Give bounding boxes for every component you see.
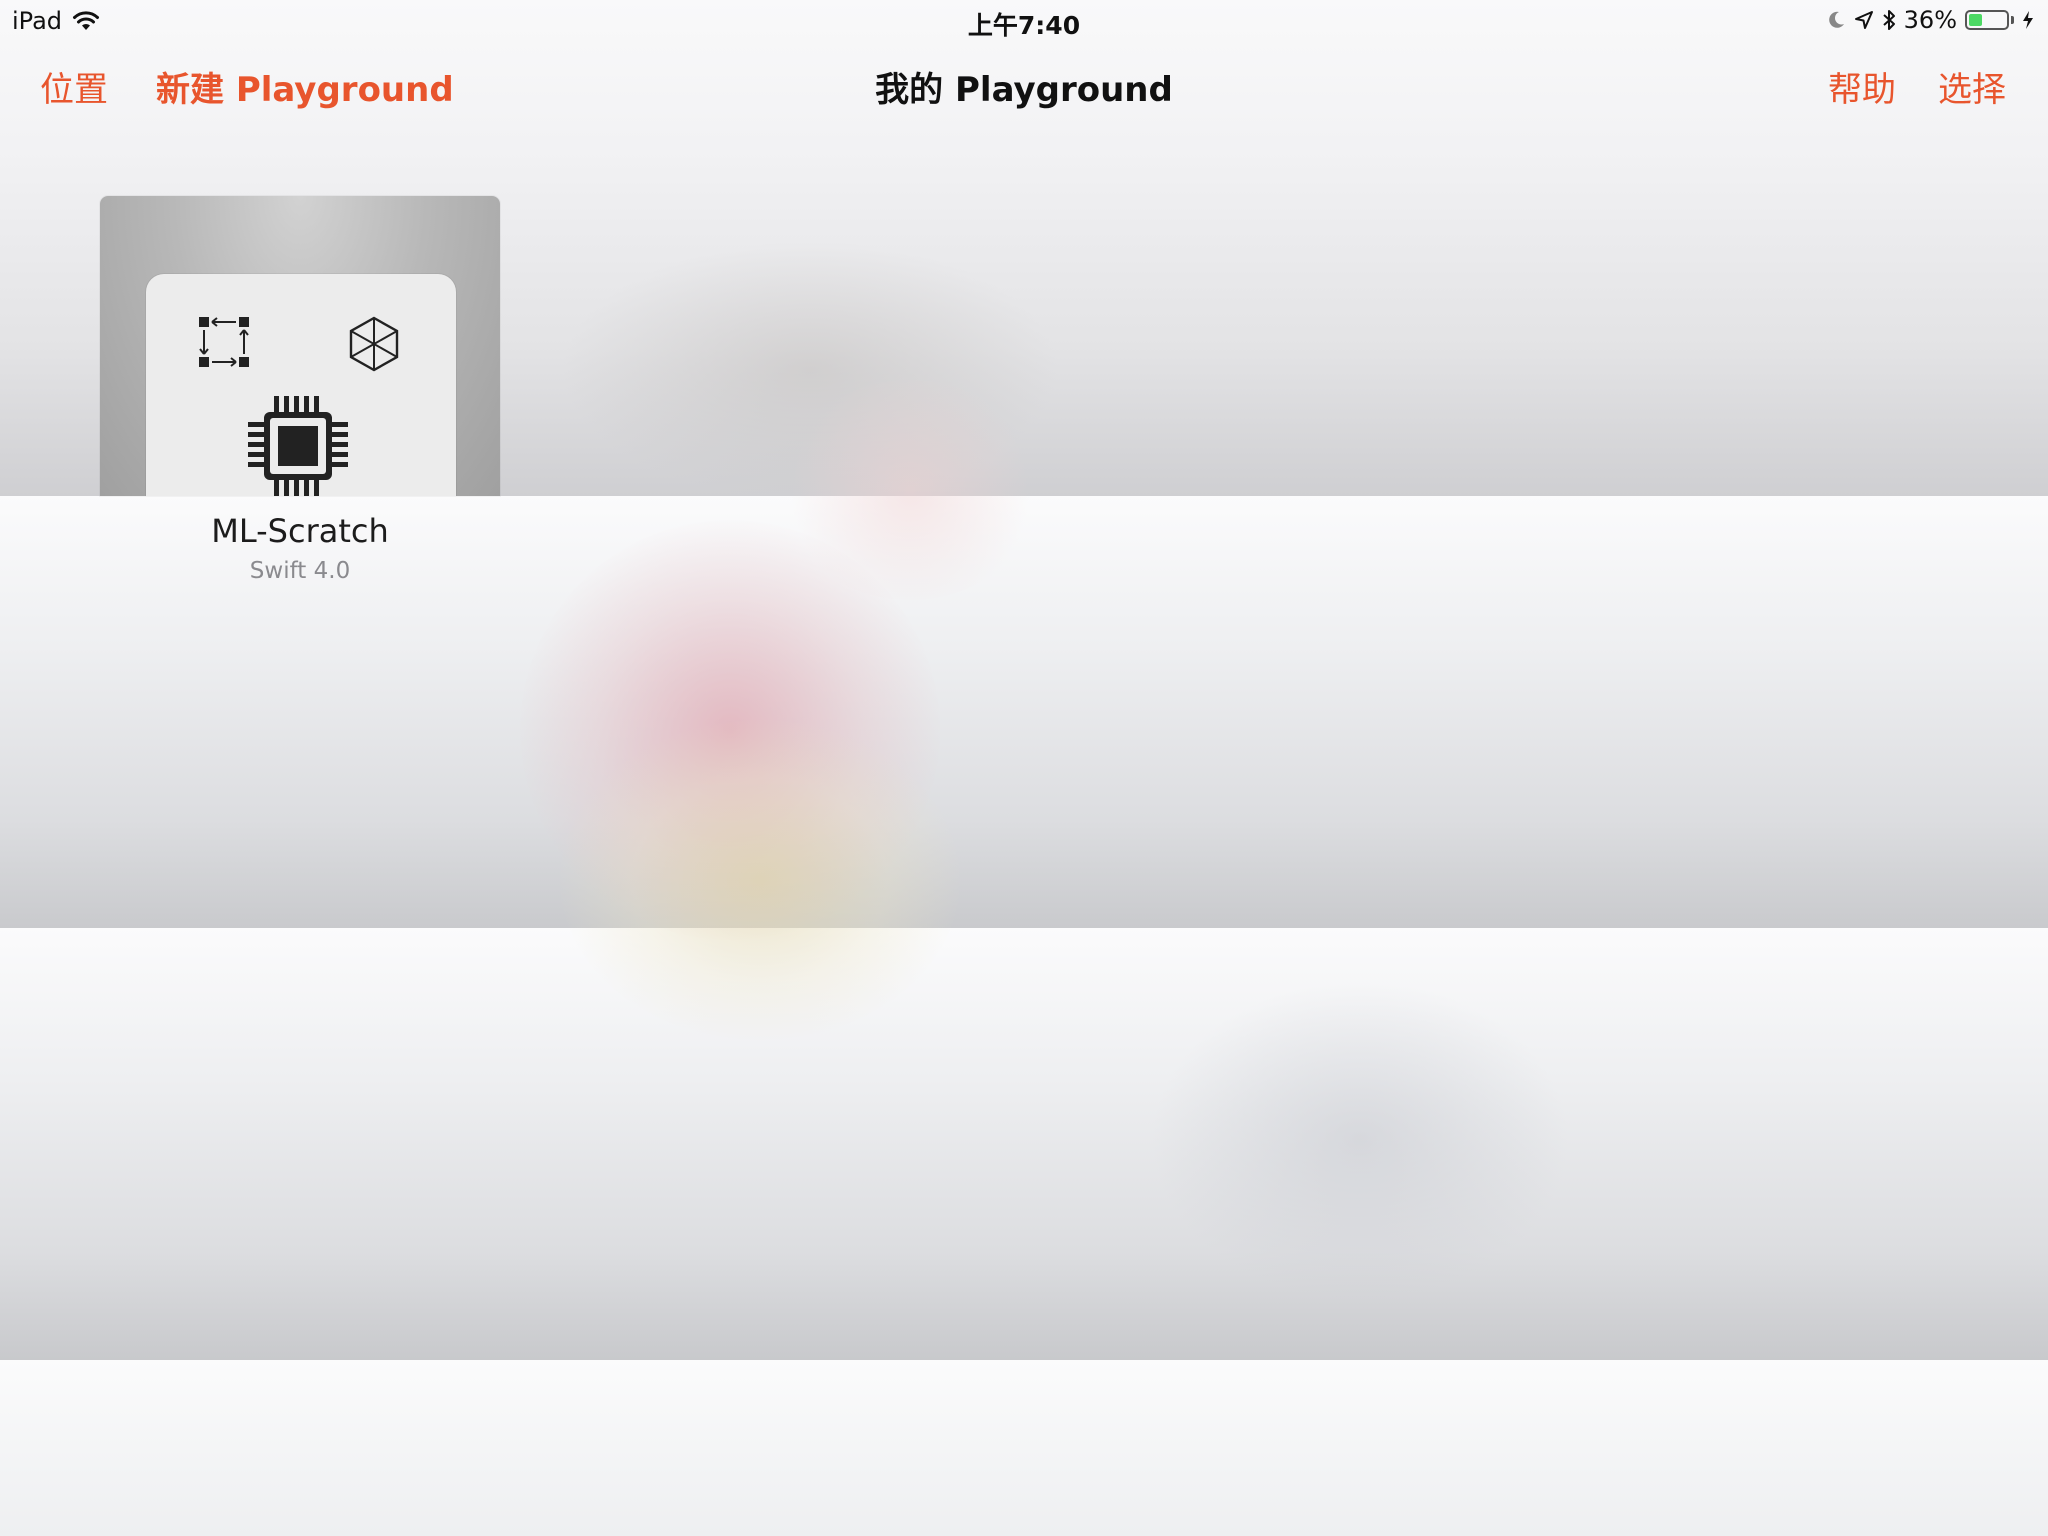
location-arrow-icon [1854, 10, 1874, 30]
bluetooth-icon [1882, 9, 1896, 31]
charging-bolt-icon [2022, 10, 2034, 30]
playground-subtitle: Swift 4.0 [249, 558, 351, 584]
playground-name[interactable]: ML-Scratch [100, 512, 500, 550]
frame-resize-icon [198, 316, 250, 372]
navigation-bar: 位置 新建 Playground 我的 Playground 帮助 选择 [0, 52, 2048, 116]
battery-level-fill [1969, 14, 1982, 26]
status-bar: iPad 上午7:40 36% [0, 0, 2048, 40]
battery-icon [1965, 10, 2009, 30]
moon-icon [1826, 10, 1846, 30]
battery-tip [2011, 16, 2014, 24]
playground-thumbnail [146, 274, 456, 496]
status-right: 36% [1826, 6, 2034, 34]
playground-tile[interactable] [100, 196, 500, 496]
cube-icon [348, 316, 400, 376]
select-button[interactable]: 选择 [1938, 62, 2006, 111]
battery-percent: 36% [1903, 6, 1957, 34]
shelf-row-4 [0, 1360, 2048, 1536]
status-time: 上午7:40 [967, 11, 1081, 40]
chip-icon [246, 394, 350, 496]
page-title: 我的 Playground [875, 70, 1173, 110]
shelf-row-3 [0, 928, 2048, 1360]
help-button[interactable]: 帮助 [1828, 62, 1896, 111]
